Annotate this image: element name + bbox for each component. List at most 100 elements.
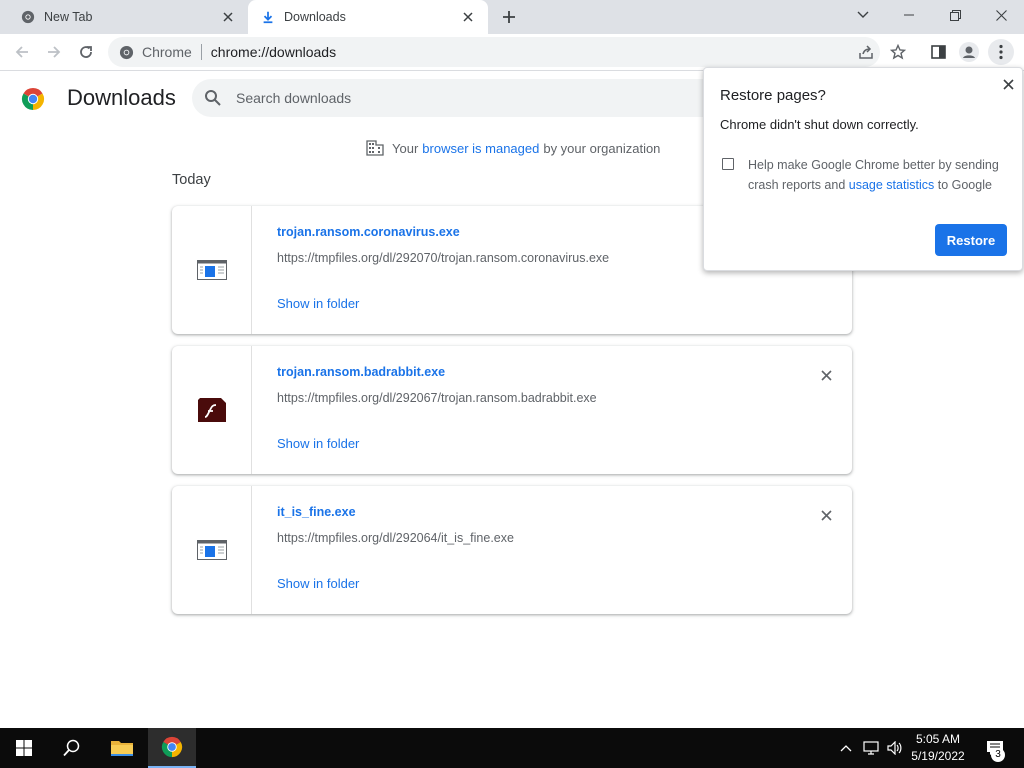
notification-count-badge: 3 [991,748,1005,762]
search-input[interactable] [236,90,716,106]
close-icon [820,509,832,521]
chrome-taskbar-button[interactable] [148,728,196,768]
remove-download-button[interactable] [815,504,837,526]
download-filename-link[interactable]: it_is_fine.exe [277,505,356,519]
folder-icon [111,741,133,756]
window-exe-icon [196,260,227,280]
reload-button[interactable] [72,38,100,66]
close-icon [1002,78,1014,90]
restore-pages-dialog: Restore pages? Chrome didn't shut down c… [703,67,1023,271]
show-hidden-icons-button[interactable] [836,728,856,768]
url-text[interactable]: chrome://downloads [211,44,336,60]
close-icon[interactable] [218,7,238,27]
plus-icon [503,11,515,23]
chevron-down-icon [857,11,869,18]
window-exe-icon [196,540,227,560]
address-bar[interactable]: Chrome chrome://downloads [108,37,880,67]
show-in-folder-link[interactable]: Show in folder [277,576,359,591]
back-button[interactable] [8,38,36,66]
arrow-left-icon [15,46,28,58]
checkbox-label-suffix: to Google [937,178,992,192]
star-icon [890,44,906,60]
usage-statistics-link[interactable]: usage statistics [849,178,934,192]
file-icon-area [172,206,252,334]
speaker-icon [887,741,902,755]
search-icon [205,90,221,106]
remove-download-button[interactable] [815,364,837,386]
side-panel-icon [930,45,946,59]
checkbox-label: Help make Google Chrome better by sendin… [748,155,1008,195]
show-in-folder-link[interactable]: Show in folder [277,436,359,451]
minimize-icon [904,14,914,16]
file-explorer-button[interactable] [98,728,146,768]
taskbar: 5:05 AM 5/19/2022 [0,728,1024,768]
search-box[interactable] [192,79,752,117]
flash-installer-icon [197,398,226,422]
managed-link[interactable]: browser is managed [422,141,539,156]
search-icon [63,739,80,757]
search-taskbar-button[interactable] [48,728,96,768]
site-label: Chrome [142,44,192,60]
file-icon-area [172,346,252,474]
divider [200,44,202,60]
chrome-logo-icon [21,88,45,110]
tab-title: New Tab [44,10,93,24]
chrome-logo-icon [161,736,183,758]
crash-report-checkbox[interactable] [722,158,734,170]
download-item: trojan.ransom.badrabbit.exe https://tmpf… [172,346,852,474]
restore-window-button[interactable] [932,0,978,30]
network-button[interactable] [860,728,882,768]
managed-suffix: by your organization [543,140,661,156]
download-url[interactable]: https://tmpfiles.org/dl/292070/trojan.ra… [277,251,609,265]
profile-button[interactable] [956,39,982,65]
managed-prefix: Your [392,140,419,156]
menu-button[interactable] [988,39,1014,65]
new-tab-button[interactable] [498,6,520,28]
reload-icon [80,46,92,58]
download-filename-link[interactable]: trojan.ransom.coronavirus.exe [277,225,460,239]
three-dots-vertical-icon [999,44,1003,60]
arrow-right-icon [48,46,61,58]
restore-window-icon [949,9,961,21]
download-url[interactable]: https://tmpfiles.org/dl/292064/it_is_fin… [277,531,514,545]
clock-time: 5:05 AM [915,732,961,746]
tab-new-tab[interactable]: New Tab [8,0,248,34]
toolbar: Chrome chrome://downloads [0,34,1024,71]
tab-downloads[interactable]: Downloads [248,0,488,34]
chevron-up-icon [840,745,852,752]
dialog-message: Chrome didn't shut down correctly. [720,117,919,132]
close-icon [995,9,1007,21]
close-icon[interactable] [458,7,478,27]
close-icon [820,369,832,381]
start-button[interactable] [0,728,48,768]
building-icon [366,140,384,156]
dialog-close-button[interactable] [998,74,1018,94]
download-url[interactable]: https://tmpfiles.org/dl/292067/trojan.ra… [277,391,597,405]
download-filename-link[interactable]: trojan.ransom.badrabbit.exe [277,365,445,379]
section-label-today: Today [172,172,211,188]
dialog-title: Restore pages? [720,87,826,104]
chrome-icon [118,44,134,60]
share-icon [859,45,873,59]
chrome-icon [20,9,36,25]
tab-title: Downloads [284,10,346,24]
windows-logo-icon [16,740,32,756]
restore-button[interactable]: Restore [935,224,1007,256]
network-icon [863,741,879,755]
volume-button[interactable] [884,728,906,768]
file-icon-area [172,486,252,614]
show-in-folder-link[interactable]: Show in folder [277,296,359,311]
forward-button[interactable] [40,38,68,66]
close-window-button[interactable] [978,0,1024,30]
download-icon [260,9,276,25]
tab-strip: New Tab Downloads [0,0,1024,34]
bookmark-button[interactable] [885,39,911,65]
clock-date: 5/19/2022 [911,749,965,763]
share-button[interactable] [853,39,879,65]
system-clock[interactable]: 5:05 AM 5/19/2022 [906,731,970,765]
minimize-button[interactable] [886,0,932,30]
avatar-icon [959,42,979,62]
side-panel-button[interactable] [925,39,951,65]
managed-notice: Your browser is managed by your organiza… [366,140,660,156]
tab-search-button[interactable] [840,0,886,30]
